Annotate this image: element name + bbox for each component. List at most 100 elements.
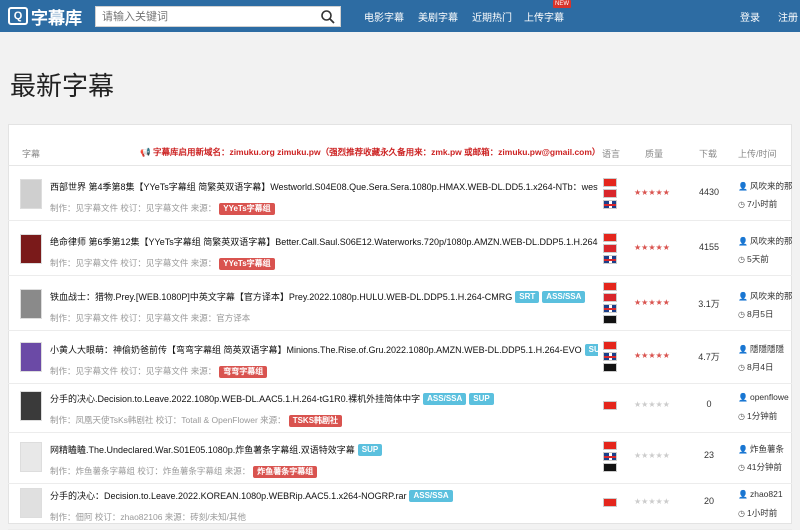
poster-thumbnail[interactable] [20,179,42,209]
group-badge[interactable]: TSKS韩剧社 [288,414,343,427]
col-header-downloads: 下载 [699,149,718,159]
nav-register[interactable]: 注册 [778,9,798,24]
poster-thumbnail[interactable] [20,391,42,421]
flag-uk-icon [603,255,617,264]
domain-notice[interactable]: 📢 字幕库启用新域名：zimuku.org zimuku.pw（强烈推荐收藏永久… [140,146,600,158]
table-row[interactable]: 西部世界 第4季第8集【YYeTs字幕组 简繁英双语字幕】Westworld.S… [8,167,792,221]
table-row[interactable]: 小黄人大眼萌：神偷奶爸前传【弯弯字幕组 简英双语字幕】Minions.The.R… [8,330,792,384]
upload-time-text: 1分钟前 [746,411,778,421]
uploader[interactable]: 👤 炸鱼薯条 [738,443,798,455]
flag-cn-icon [603,341,617,350]
uploader-name[interactable]: openflowe [750,392,789,402]
star-icon: ★ [655,400,663,409]
user-icon: 👤 [738,490,748,499]
uploader-name[interactable]: 炸鱼薯条 [750,444,784,454]
download-count: 3.1万 [698,299,720,309]
clock-icon: ◷ [738,412,745,421]
search-icon[interactable] [320,9,336,25]
table-row[interactable]: 铁血战士：猎物.Prey.[WEB.1080P]中英文字幕【官方译本】Prey.… [8,277,792,331]
subtitle-title-text[interactable]: 西部世界 第4季第8集【YYeTs字幕组 简繁英双语字幕】Westworld.S… [50,182,598,192]
upload-time-text: 41分钟前 [746,462,782,472]
subtitle-title-text[interactable]: 分手的决心.Decision.to.Leave.2022.1080p.WEB-D… [50,394,420,404]
poster-thumbnail[interactable] [20,289,42,319]
uploader[interactable]: 👤 风吹来的那 [738,180,798,192]
uploader[interactable]: 👤 风吹来的那 [738,290,798,302]
table-row[interactable]: 分手的决心：Decision.to.Leave.2022.KOREAN.1080… [8,476,792,530]
subtitle-title-link[interactable]: 铁血战士：猎物.Prey.[WEB.1080P]中英文字幕【官方译本】Prey.… [50,290,598,303]
subtitle-title-text[interactable]: 网精瞌瞌.The.Undeclared.War.S01E05.1080p.炸鱼薯… [50,445,355,455]
upload-time: ◷ 41分钟前 [738,461,782,473]
download-count: 4430 [698,187,720,197]
uploader-name[interactable]: zhao821 [750,489,783,499]
uploader-name[interactable]: 风吹来的那 [750,236,793,246]
star-icon: ★ [655,351,663,360]
uploader[interactable]: 👤 zhao821 [738,489,798,499]
upload-time-text: 7小时前 [746,199,778,209]
nav-series[interactable]: 美剧字幕 [418,9,458,24]
group-badge[interactable]: YYeTs字幕组 [219,257,275,270]
page-title: 最新字幕 [10,71,115,101]
group-badge[interactable]: 弯弯字幕组 [219,365,268,378]
user-icon: 👤 [738,182,748,191]
flag-uk-icon [603,304,617,313]
upload-time: ◷ 1分钟前 [738,410,777,422]
poster-thumbnail[interactable] [20,234,42,264]
subtitle-title-link[interactable]: 绝命律师 第6季第12集【YYeTs字幕组 简繁英双语字幕】Better.Cal… [50,235,598,248]
subtitle-meta: 制作：见字幕文件 校订：见字幕文件 来源： YYeTs字幕组 [50,202,275,215]
meta-text: 制作：见字幕文件 校订：见字幕文件 来源： [50,203,217,213]
star-icon: ★ [662,351,670,360]
nav-hot[interactable]: 近期热门 [472,9,512,24]
flag-cn-icon [603,178,617,187]
table-row[interactable]: 绝命律师 第6季第12集【YYeTs字幕组 简繁英双语字幕】Better.Cal… [8,222,792,276]
site-logo[interactable]: Q 字幕库 [8,5,82,28]
group-badge[interactable]: YYeTs字幕组 [219,202,275,215]
poster-thumbnail[interactable] [20,342,42,372]
upload-time: ◷ 5天前 [738,253,769,265]
subtitle-title-link[interactable]: 分手的决心：Decision.to.Leave.2022.KOREAN.1080… [50,489,598,502]
subtitle-title-link[interactable]: 分手的决心.Decision.to.Leave.2022.1080p.WEB-D… [50,392,598,405]
subtitle-meta: 制作：佃阿 校订：zhao82106 来源：砖刻/未知/其他 [50,511,246,523]
download-count: 4155 [698,242,720,252]
subtitle-title-text[interactable]: 绝命律师 第6季第12集【YYeTs字幕组 简繁英双语字幕】Better.Cal… [50,237,598,247]
subtitle-meta: 制作：见字幕文件 校订：见字幕文件 来源： 弯弯字幕组 [50,365,268,378]
subtitle-title-text[interactable]: 小黄人大眼萌：神偷奶爸前传【弯弯字幕组 简英双语字幕】Minions.The.R… [50,345,582,355]
subtitle-title-link[interactable]: 小黄人大眼萌：神偷奶爸前传【弯弯字幕组 简英双语字幕】Minions.The.R… [50,343,598,356]
subtitle-meta: 制作：凤凰天使TsKs韩剧社 校订：Totall & OpenFlower 来源… [50,414,343,427]
search-box [95,6,341,27]
poster-thumbnail[interactable] [20,442,42,472]
meta-text: 制作：炸鱼薯条字幕组 校订：炸鱼薯条字幕组 来源： [50,466,251,476]
user-icon: 👤 [738,345,748,354]
language-flags [603,233,617,266]
uploader[interactable]: 👤 openflowe [738,392,798,402]
flag-uk-icon [603,352,617,361]
language-flags [603,341,617,374]
uploader-name[interactable]: 隱隱隱隱 [750,344,784,354]
star-icon: ★ [662,243,670,252]
clock-icon: ◷ [738,310,745,319]
uploader-name[interactable]: 风吹来的那 [750,181,793,191]
subtitle-title-link[interactable]: 网精瞌瞌.The.Undeclared.War.S01E05.1080p.炸鱼薯… [50,443,598,456]
meta-text: 制作：见字幕文件 校订：见字幕文件 来源：官方译本 [50,313,251,323]
flag-cn-icon [603,498,617,507]
table-row[interactable]: 分手的决心.Decision.to.Leave.2022.1080p.WEB-D… [8,379,792,433]
logo-text: 字幕库 [31,8,82,28]
language-flags [603,282,617,326]
language-flags [603,498,617,509]
search-input[interactable] [96,7,318,27]
uploader[interactable]: 👤 风吹来的那 [738,235,798,247]
poster-thumbnail[interactable] [20,488,42,518]
uploader-name[interactable]: 风吹来的那 [750,291,793,301]
logo-q-icon: Q [8,7,28,25]
language-flags [603,401,617,412]
nav-login[interactable]: 登录 [740,9,760,24]
subtitle-title-text[interactable]: 铁血战士：猎物.Prey.[WEB.1080P]中英文字幕【官方译本】Prey.… [50,292,512,302]
col-header-subtitle: 字幕 [22,149,41,159]
meta-text: 制作：佃阿 校订：zhao82106 来源：砖刻/未知/其他 [50,512,247,522]
uploader[interactable]: 👤 隱隱隱隱 [738,343,798,355]
subtitle-title-text[interactable]: 分手的决心：Decision.to.Leave.2022.KOREAN.1080… [50,491,406,501]
clock-icon: ◷ [738,463,745,472]
nav-movies[interactable]: 电影字幕 [364,9,404,24]
star-icon: ★ [655,451,663,460]
subtitle-title-link[interactable]: 西部世界 第4季第8集【YYeTs字幕组 简繁英双语字幕】Westworld.S… [50,180,598,193]
nav-upload[interactable]: 上传字幕 [524,9,564,24]
